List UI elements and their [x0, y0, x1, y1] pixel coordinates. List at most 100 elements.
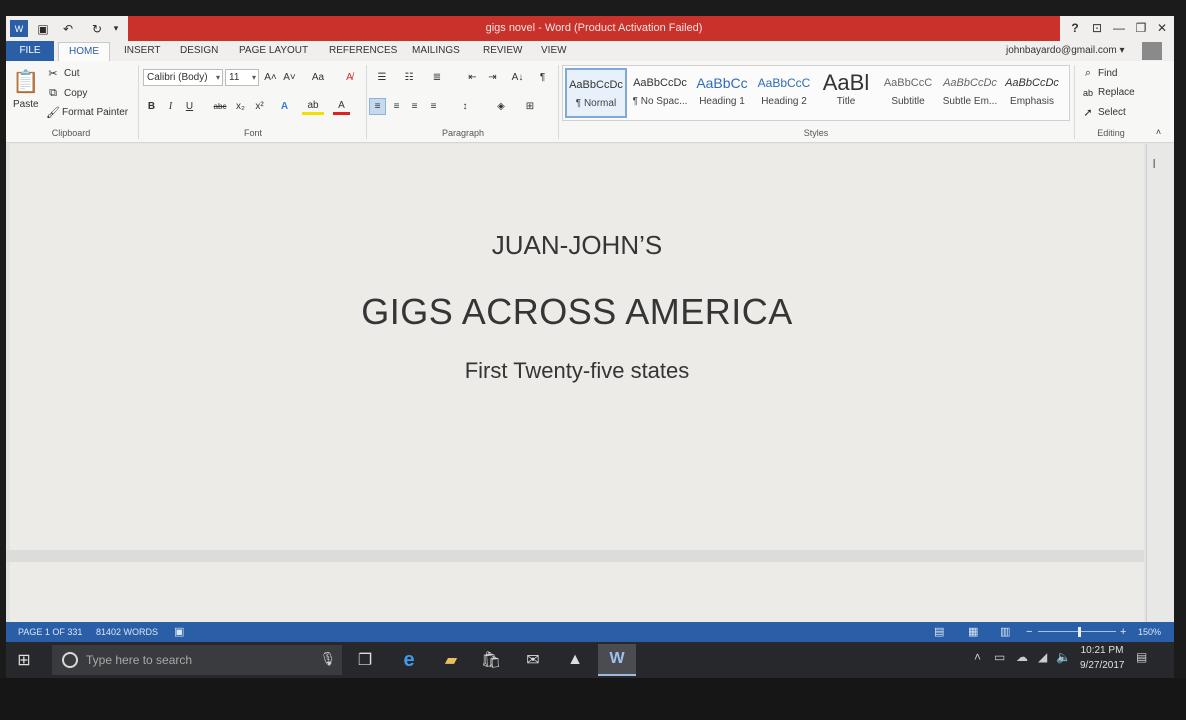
change-case-button[interactable]: Aa [306, 69, 330, 86]
style-subtitle[interactable]: AaBbCcC Subtitle [877, 68, 939, 118]
clock-date[interactable]: 9/27/2017 [1080, 660, 1125, 671]
store-icon[interactable]: 🛍 [472, 644, 510, 676]
subscript-button[interactable]: x₂ [232, 98, 249, 115]
collapse-ribbon-icon[interactable]: ˄ [1150, 123, 1167, 140]
multilevel-list-icon[interactable]: ≣ [426, 69, 448, 86]
edge-icon[interactable]: e [390, 644, 428, 676]
close-button[interactable]: ✕ [1151, 19, 1173, 37]
justify-icon[interactable]: ≡ [425, 98, 442, 115]
microphone-icon[interactable]: 🎙 [319, 651, 336, 667]
underline-button[interactable]: U [181, 98, 198, 115]
select-button[interactable]: ➚ Select [1080, 106, 1126, 119]
file-explorer-icon[interactable]: ▰ [432, 644, 470, 676]
onedrive-icon[interactable]: ☁ [1016, 650, 1028, 664]
style-emphasis[interactable]: AaBbCcDc Emphasis [1001, 68, 1063, 118]
minimize-button[interactable]: — [1108, 19, 1130, 37]
replace-button[interactable]: ab Replace [1080, 87, 1135, 98]
zoom-slider-thumb[interactable] [1078, 627, 1081, 637]
show-marks-button[interactable]: ¶ [534, 69, 551, 86]
strikethrough-button[interactable]: abc [209, 98, 231, 115]
zoom-in-icon[interactable]: + [1120, 622, 1126, 642]
action-center-icon[interactable]: ▤ [1136, 650, 1147, 664]
line-spacing-icon[interactable]: ↕ [454, 98, 476, 115]
superscript-button[interactable]: x² [251, 98, 268, 115]
zoom-out-icon[interactable]: − [1026, 622, 1032, 642]
tab-mailings[interactable]: MAILINGS [412, 41, 460, 61]
account-name[interactable]: johnbayardo@gmail.com ▾ [1006, 41, 1125, 61]
align-left-icon[interactable]: ≡ [369, 98, 386, 115]
tab-view[interactable]: VIEW [541, 41, 567, 61]
zoom-slider[interactable] [1038, 631, 1116, 632]
mail-icon[interactable]: ✉ [514, 644, 552, 676]
show-hidden-icons-icon[interactable]: ˄ [974, 650, 981, 664]
format-painter-button[interactable]: 🖌 Format Painter [46, 106, 128, 119]
clear-formatting-icon[interactable]: A̸ [341, 69, 358, 86]
cut-button[interactable]: ✂ Cut [46, 67, 79, 80]
sort-button[interactable]: A↓ [509, 69, 526, 86]
taskbar-search[interactable]: Type here to search 🎙 [52, 645, 342, 675]
help-button[interactable]: ? [1064, 19, 1086, 37]
tab-insert[interactable]: INSERT [124, 41, 161, 61]
battery-icon[interactable]: ▭ [994, 650, 1005, 664]
decrease-indent-icon[interactable]: ⇤ [464, 69, 481, 86]
read-mode-icon[interactable]: ▤ [934, 622, 944, 642]
borders-icon[interactable]: ⊞ [519, 98, 541, 115]
italic-button[interactable]: I [162, 98, 179, 115]
shading-icon[interactable]: ◈ [490, 98, 512, 115]
numbering-icon[interactable]: ☷ [398, 69, 420, 86]
wifi-icon[interactable]: ◢ [1038, 650, 1047, 664]
bold-button[interactable]: B [143, 98, 160, 115]
page-count[interactable]: PAGE 1 OF 331 [18, 622, 82, 642]
task-view-icon[interactable]: ❐ [346, 644, 384, 676]
photos-icon[interactable]: ▲ [556, 644, 594, 676]
undo-icon[interactable]: ↶ [58, 20, 78, 37]
customize-qat-icon[interactable]: ▾ [110, 20, 122, 37]
grow-font-button[interactable]: A˄ [262, 69, 279, 86]
tab-references[interactable]: REFERENCES [329, 41, 397, 61]
vertical-scrollbar[interactable] [1146, 144, 1174, 622]
ribbon-display-options-button[interactable]: ⊡ [1086, 19, 1108, 37]
align-right-icon[interactable]: ≡ [406, 98, 423, 115]
avatar[interactable] [1142, 42, 1162, 60]
font-color-button[interactable]: A [333, 98, 350, 115]
tab-review[interactable]: REVIEW [483, 41, 522, 61]
style-subtle-emphasis[interactable]: AaBbCcDc Subtle Em... [939, 68, 1001, 118]
paste-button[interactable]: Paste [13, 99, 39, 110]
style-heading-2[interactable]: AaBbCcC Heading 2 [753, 68, 815, 118]
save-icon[interactable]: ▣ [34, 20, 52, 37]
print-layout-icon[interactable]: ▦ [968, 622, 978, 642]
word-taskbar-icon[interactable]: W [598, 644, 636, 676]
find-button[interactable]: ⌕ Find [1080, 67, 1118, 80]
copy-button[interactable]: ⧉ Copy [46, 87, 87, 100]
style-normal[interactable]: AaBbCcDc ¶ Normal [565, 68, 627, 118]
tab-file[interactable]: FILE [6, 41, 54, 61]
highlight-button[interactable]: ab [302, 98, 324, 115]
web-layout-icon[interactable]: ▥ [1000, 622, 1010, 642]
volume-icon[interactable]: 🔈 [1056, 650, 1071, 664]
proofing-icon[interactable]: ▣ [174, 622, 184, 642]
shrink-font-button[interactable]: A˅ [281, 69, 298, 86]
clock-time[interactable]: 10:21 PM [1080, 645, 1124, 656]
select-label: Select [1098, 107, 1126, 118]
tab-design[interactable]: DESIGN [180, 41, 218, 61]
style-title[interactable]: AaBl Title [815, 68, 877, 118]
redo-icon[interactable]: ↻ [88, 20, 106, 37]
style-heading-1[interactable]: AaBbCc Heading 1 [691, 68, 753, 118]
font-size-combo[interactable]: 11 ▾ [225, 69, 259, 86]
zoom-level[interactable]: 150% [1138, 622, 1161, 642]
windows-start-icon[interactable]: ⊞ [14, 650, 34, 670]
style-no-spacing[interactable]: AaBbCcDc ¶ No Spac... [629, 68, 691, 118]
paste-icon[interactable]: 📋 [12, 67, 40, 97]
align-center-icon[interactable]: ≡ [388, 98, 405, 115]
text-effects-button[interactable]: A [276, 98, 293, 115]
restore-button[interactable]: ❐ [1130, 19, 1152, 37]
font-name-combo[interactable]: Calibri (Body) ▾ [143, 69, 223, 86]
increase-indent-icon[interactable]: ⇥ [484, 69, 501, 86]
tab-page-layout[interactable]: PAGE LAYOUT [239, 41, 308, 61]
word-count[interactable]: 81402 WORDS [96, 622, 158, 642]
binoculars-icon: ⌕ [1084, 67, 1092, 79]
word-app-icon[interactable]: W [10, 20, 28, 37]
bullets-icon[interactable]: ☰ [371, 69, 393, 86]
cursor-arrow-icon: ➚ [1083, 107, 1093, 119]
tab-home[interactable]: HOME [58, 42, 110, 61]
